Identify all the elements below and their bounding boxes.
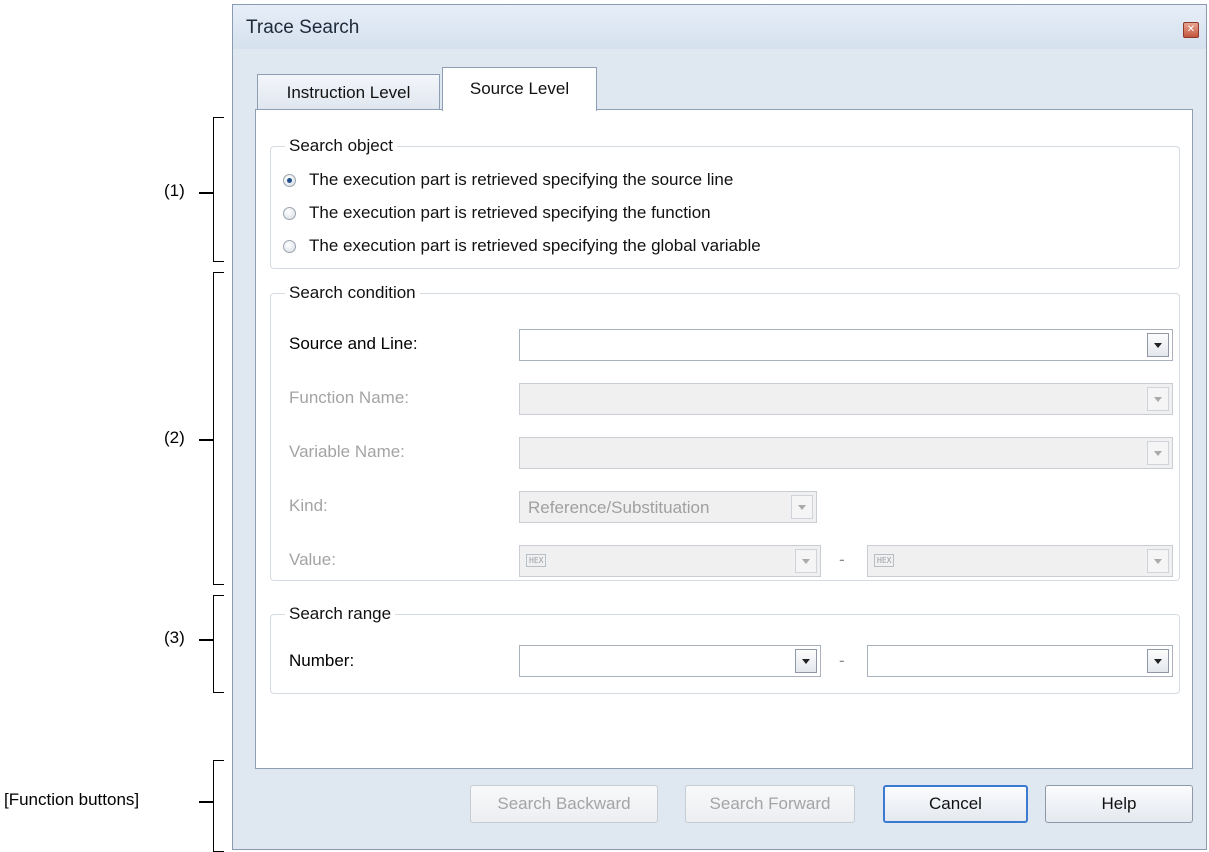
radio-global-variable[interactable]: The execution part is retrieved specifyi… (283, 233, 761, 259)
search-range-group: Search range Number: - (270, 604, 1180, 694)
tab-source-level[interactable]: Source Level (442, 67, 597, 111)
chevron-down-icon[interactable] (795, 549, 817, 573)
number-label: Number: (289, 651, 355, 670)
source-and-line-label: Source and Line: (289, 334, 418, 353)
search-object-group: Search object The execution part is retr… (270, 136, 1180, 269)
callout-4-brace (213, 760, 224, 852)
number-to-combo[interactable] (867, 645, 1173, 677)
callout-2: (2) (164, 428, 185, 447)
radio-checked-icon[interactable] (283, 173, 296, 187)
variable-name-combo[interactable] (519, 437, 1173, 469)
callout-function-buttons: [Function buttons] (4, 790, 140, 809)
chevron-down-icon[interactable] (1147, 549, 1169, 573)
variable-name-label: Variable Name: (289, 442, 405, 461)
callout-1: (1) (164, 181, 185, 200)
chevron-down-icon[interactable] (795, 649, 817, 673)
search-range-legend: Search range (285, 604, 396, 624)
chevron-down-icon[interactable] (1147, 333, 1169, 357)
title-bar: Trace Search ✕ (233, 5, 1206, 49)
callout-4-tick (199, 801, 213, 803)
function-name-combo[interactable] (519, 383, 1173, 415)
chevron-down-icon[interactable] (1147, 649, 1169, 673)
chevron-down-icon[interactable] (1147, 441, 1169, 465)
callout-1-tick (199, 192, 213, 194)
chevron-down-icon[interactable] (791, 495, 813, 519)
number-from-combo[interactable] (519, 645, 821, 677)
help-button[interactable]: Help (1045, 785, 1193, 823)
search-object-legend: Search object (285, 136, 397, 156)
radio-unchecked-icon[interactable] (283, 206, 296, 220)
source-and-line-combo[interactable] (519, 329, 1173, 361)
radio-global-variable-label: The execution part is retrieved specifyi… (309, 236, 761, 255)
kind-combo[interactable]: Reference/Substituation (519, 491, 817, 523)
tab-instruction-level[interactable]: Instruction Level (257, 74, 440, 110)
radio-function[interactable]: The execution part is retrieved specifyi… (283, 200, 711, 226)
radio-source-line[interactable]: The execution part is retrieved specifyi… (283, 167, 733, 193)
radio-source-line-label: The execution part is retrieved specifyi… (309, 170, 734, 189)
value-label: Value: (289, 550, 336, 569)
callout-3-brace (213, 595, 224, 693)
value-range-separator: - (839, 550, 845, 569)
chevron-down-icon[interactable] (1147, 387, 1169, 411)
trace-search-dialog: Trace Search ✕ Instruction Level Source … (232, 4, 1207, 850)
callout-3: (3) (164, 628, 185, 647)
window-title: Trace Search (246, 17, 360, 38)
callout-1-brace (213, 117, 224, 262)
search-condition-group: Search condition Source and Line: Functi… (270, 283, 1180, 581)
radio-unchecked-icon[interactable] (283, 239, 296, 253)
kind-label: Kind: (289, 496, 328, 515)
function-name-label: Function Name: (289, 388, 409, 407)
tab-panel: Search object The execution part is retr… (255, 109, 1193, 769)
hex-badge: HEX (874, 554, 895, 567)
radio-function-label: The execution part is retrieved specifyi… (309, 203, 711, 222)
cancel-button[interactable]: Cancel (883, 785, 1028, 823)
number-range-separator: - (839, 651, 845, 670)
value-from-combo[interactable]: HEX (519, 545, 821, 577)
callout-2-tick (199, 439, 213, 441)
close-icon[interactable]: ✕ (1183, 22, 1199, 38)
hex-badge: HEX (526, 554, 547, 567)
kind-value: Reference/Substituation (528, 498, 710, 517)
callout-2-brace (213, 272, 224, 585)
value-to-combo[interactable]: HEX (867, 545, 1173, 577)
search-condition-legend: Search condition (285, 283, 420, 303)
callout-3-tick (199, 639, 213, 641)
search-backward-button[interactable]: Search Backward (470, 785, 658, 823)
search-forward-button[interactable]: Search Forward (685, 785, 855, 823)
